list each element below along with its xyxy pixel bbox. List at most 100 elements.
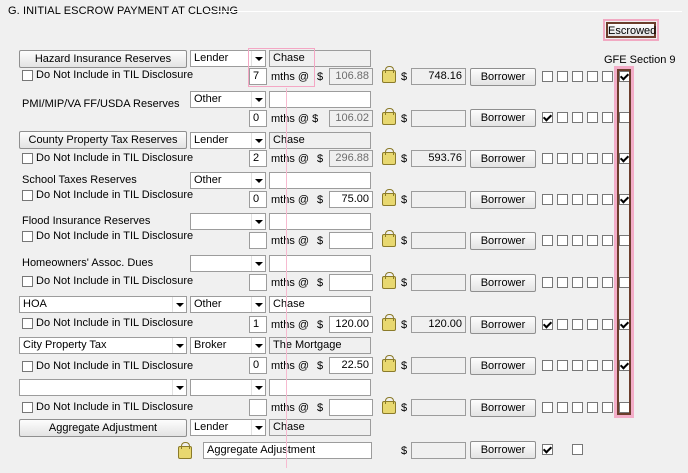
pmi-amount-input[interactable]: 106.02 [329, 110, 373, 127]
custom-amount-input[interactable] [329, 399, 373, 416]
county-escrowed-checkbox[interactable] [619, 153, 630, 164]
lock-icon[interactable] [382, 148, 396, 165]
county-til-checkbox[interactable] [22, 153, 33, 164]
lock-icon[interactable] [178, 442, 192, 459]
aggregate-payee-field[interactable]: Chase [269, 419, 371, 436]
hoa-check-2[interactable] [557, 319, 568, 330]
hoa-amount-input[interactable]: 120.00 [329, 316, 373, 333]
city-tax-escrowed-checkbox[interactable] [619, 360, 630, 371]
hoa-dues-escrowed-checkbox[interactable] [619, 277, 630, 288]
city-tax-borrower-button[interactable]: Borrower [470, 357, 536, 375]
school-amount-input[interactable]: 75.00 [329, 191, 373, 208]
school-payee-field[interactable] [269, 172, 371, 189]
pmi-check-4[interactable] [587, 112, 598, 123]
hoa-payee-field[interactable]: Chase [269, 296, 371, 313]
city-tax-check-4[interactable] [587, 360, 598, 371]
hoa-check-4[interactable] [587, 319, 598, 330]
flood-check-4[interactable] [587, 235, 598, 246]
hoa-escrowed-checkbox[interactable] [619, 319, 630, 330]
hoa-dues-payee-field[interactable] [269, 255, 371, 272]
aggregate-adjustment-button[interactable]: Aggregate Adjustment [19, 419, 187, 437]
custom-check-5[interactable] [602, 402, 613, 413]
custom-til-checkbox[interactable] [22, 402, 33, 413]
county-amount-input[interactable]: 296.88 [329, 150, 373, 167]
hoa-dues-borrower-button[interactable]: Borrower [470, 274, 536, 292]
county-months-input[interactable]: 2 [249, 150, 267, 167]
city-tax-check-3[interactable] [572, 360, 583, 371]
custom-check-4[interactable] [587, 402, 598, 413]
pmi-payee-field[interactable] [269, 91, 371, 108]
flood-escrowed-checkbox[interactable] [619, 235, 630, 246]
lock-icon[interactable] [382, 314, 396, 331]
hazard-escrowed-checkbox[interactable] [619, 71, 630, 82]
city-tax-name-select[interactable]: City Property Tax [19, 337, 187, 354]
school-borrower-button[interactable]: Borrower [470, 191, 536, 209]
hoa-dues-check-2[interactable] [557, 277, 568, 288]
pmi-months-input[interactable]: 0 [249, 110, 267, 127]
flood-payee-field[interactable] [269, 213, 371, 230]
flood-check-1[interactable] [542, 235, 553, 246]
hoa-dues-paid-by-select[interactable] [190, 255, 266, 272]
lock-icon[interactable] [382, 189, 396, 206]
school-check-3[interactable] [572, 194, 583, 205]
escrowed-button[interactable]: Escrowed [606, 22, 656, 38]
county-check-1[interactable] [542, 153, 553, 164]
lock-icon[interactable] [382, 108, 396, 125]
hoa-dues-check-3[interactable] [572, 277, 583, 288]
city-tax-paid-by-select[interactable]: Broker [190, 337, 266, 354]
flood-amount-input[interactable] [329, 232, 373, 249]
county-check-3[interactable] [572, 153, 583, 164]
hoa-check-5[interactable] [602, 319, 613, 330]
custom-escrowed-checkbox[interactable] [619, 402, 630, 413]
custom-months-input[interactable] [249, 399, 267, 416]
county-check-4[interactable] [587, 153, 598, 164]
pmi-escrowed-checkbox[interactable] [619, 112, 630, 123]
aggregate-check-1[interactable] [542, 444, 553, 455]
aggregate-borrower-button[interactable]: Borrower [470, 441, 536, 459]
school-check-4[interactable] [587, 194, 598, 205]
county-check-5[interactable] [602, 153, 613, 164]
custom-payee-field[interactable] [269, 379, 371, 396]
aggregate-description-input[interactable]: Aggregate Adjustment [203, 442, 372, 459]
flood-months-input[interactable] [249, 232, 267, 249]
school-check-5[interactable] [602, 194, 613, 205]
hoa-til-checkbox[interactable] [22, 318, 33, 329]
aggregate-paid-by-select[interactable]: Lender [190, 419, 266, 436]
hoa-dues-check-1[interactable] [542, 277, 553, 288]
city-tax-months-input[interactable]: 0 [249, 357, 267, 374]
custom-check-2[interactable] [557, 402, 568, 413]
school-months-input[interactable]: 0 [249, 191, 267, 208]
custom-check-3[interactable] [572, 402, 583, 413]
flood-check-2[interactable] [557, 235, 568, 246]
hazard-months-input[interactable]: 7 [249, 68, 267, 85]
city-tax-check-2[interactable] [557, 360, 568, 371]
school-check-1[interactable] [542, 194, 553, 205]
hoa-check-3[interactable] [572, 319, 583, 330]
hazard-payee-field[interactable]: Chase [269, 50, 371, 67]
county-paid-by-select[interactable]: Lender [190, 132, 266, 149]
hazard-til-checkbox[interactable] [22, 70, 33, 81]
hazard-amount-input[interactable]: 106.88 [329, 68, 373, 85]
county-payee-field[interactable]: Chase [269, 132, 371, 149]
school-paid-by-select[interactable]: Other [190, 172, 266, 189]
lock-icon[interactable] [382, 230, 396, 247]
custom-check-1[interactable] [542, 402, 553, 413]
hoa-paid-by-select[interactable]: Other [190, 296, 266, 313]
hoa-dues-months-input[interactable] [249, 274, 267, 291]
hazard-check-3[interactable] [572, 71, 583, 82]
hazard-check-1[interactable] [542, 71, 553, 82]
school-til-checkbox[interactable] [22, 190, 33, 201]
hoa-name-select[interactable]: HOA [19, 296, 187, 313]
city-tax-payee-field[interactable]: The Mortgage Brokers [269, 337, 371, 354]
pmi-paid-by-select[interactable]: Other [190, 91, 266, 108]
pmi-check-1[interactable] [542, 112, 553, 123]
school-check-2[interactable] [557, 194, 568, 205]
hoa-dues-amount-input[interactable] [329, 274, 373, 291]
custom-name-select[interactable] [19, 379, 187, 396]
aggregate-check-2[interactable] [572, 444, 583, 455]
pmi-check-5[interactable] [602, 112, 613, 123]
lock-icon[interactable] [382, 397, 396, 414]
pmi-check-3[interactable] [572, 112, 583, 123]
hoa-months-input[interactable]: 1 [249, 316, 267, 333]
hazard-borrower-button[interactable]: Borrower [470, 68, 536, 86]
